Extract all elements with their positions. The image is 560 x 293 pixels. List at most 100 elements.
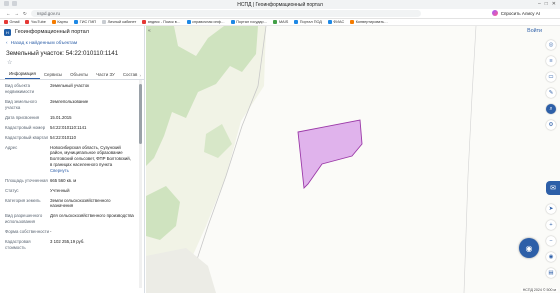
tab-information[interactable]: Информация	[5, 71, 40, 79]
back-arrow-icon[interactable]: ←	[6, 11, 11, 16]
back-to-results-link[interactable]: ‹ Назад к найденным объектам	[0, 38, 144, 48]
locate-icon[interactable]: ◉	[546, 252, 556, 262]
object-info-panel: Н Геоинформационный портал ‹ Назад к най…	[0, 26, 145, 293]
layers-icon[interactable]: ◎	[546, 40, 556, 50]
settings-icon[interactable]: ⚙	[546, 120, 556, 130]
attr-key: Вид объекта недвижимости	[5, 83, 34, 94]
window-controls: – □ ✕	[538, 1, 556, 7]
bookmark-pod[interactable]: Портал ПОД	[294, 20, 322, 24]
bookmark-gosportal[interactable]: Портал государ…	[230, 20, 268, 24]
bookmark-cabinet[interactable]: Личный кабинет	[102, 20, 136, 24]
search-icon[interactable]: ⌕	[546, 104, 556, 114]
chat-assistant-icon[interactable]: ✉	[546, 181, 560, 195]
bookmark-maps[interactable]: Карты	[51, 20, 69, 24]
object-title: Земельный участок: 54:22:010110:1141	[6, 50, 119, 57]
favorite-star-icon[interactable]: ☆	[0, 59, 144, 70]
measure-icon[interactable]: ✎	[546, 88, 556, 98]
tab-parts[interactable]: Части ЗУ	[92, 72, 119, 79]
attr-key: Дата присвоения	[5, 114, 40, 120]
minimize-icon[interactable]: –	[538, 1, 541, 7]
login-button[interactable]: Войти	[527, 28, 542, 34]
collapse-link[interactable]: Свернуть	[50, 168, 69, 173]
bookmark-gis-gmp[interactable]: ГИС ГМП	[74, 20, 96, 24]
bookmark-label: Личный кабинет	[107, 20, 137, 24]
bookmark-label: Портал ПОД	[299, 20, 322, 24]
reload-icon[interactable]: ↻	[23, 11, 27, 17]
attr-value: Земли сельскохозяйственного назначения	[50, 197, 111, 209]
url-text: nspd.gov.ru	[36, 11, 60, 16]
bookmark-youtube[interactable]: YouTube	[25, 20, 46, 24]
navigation-icon[interactable]: ➤	[546, 204, 556, 214]
assistant-button[interactable]: Спросить Алису AI	[501, 11, 540, 16]
bookmark-label: яндекс - Поиск в…	[147, 20, 181, 24]
bookmark-reference[interactable]: справочная инф…	[186, 20, 225, 24]
attr-row: Кадастровый номер 54:22:010110:1141	[5, 125, 144, 131]
attr-value: Для сельскохозяйственного производства	[50, 213, 134, 219]
collapse-panel-icon[interactable]: «	[148, 28, 151, 34]
tab-composition[interactable]: Состав	[119, 72, 142, 79]
mais-icon	[273, 20, 278, 24]
support-fab-icon[interactable]: ◉	[519, 238, 539, 258]
bookmark-mais[interactable]: MAIS	[273, 20, 288, 24]
zoom-in-icon[interactable]: +	[546, 220, 556, 230]
attr-value: -	[50, 229, 52, 235]
url-field[interactable]: nspd.gov.ru	[30, 10, 421, 17]
attr-row: Адрес Новосибирская область, Сузунский ра…	[5, 145, 144, 174]
bookmark-yandex[interactable]: яндекс - Поиск в…	[142, 20, 181, 24]
reference-icon	[186, 20, 191, 24]
gmail-icon	[4, 20, 8, 24]
attr-row: Площадь уточненная 665 560 кв. м	[5, 178, 144, 184]
attr-key: Вид земельного участка	[5, 98, 37, 110]
alice-icon[interactable]	[491, 10, 498, 16]
attr-row: Вид объекта недвижимости Земельный участо…	[5, 83, 144, 95]
attributes-list: Вид объекта недвижимости Земельный участо…	[0, 80, 144, 288]
bookmark-fias[interactable]: ФИАС	[327, 20, 344, 24]
attr-value-group: Новосибирская область, Сузунский район, …	[50, 145, 134, 174]
map-view[interactable]: « Войти ◎ ≡ ▭ ✎ ⌕ ⚙ ✉ ➤ + − ◉ ▤ ◉ НСПД 2…	[146, 26, 560, 293]
scrollbar-thumb[interactable]	[139, 84, 142, 144]
bookmark-gmail[interactable]: Gmail	[4, 20, 19, 24]
panel-scrollbar[interactable]	[139, 80, 142, 288]
map-tools-bottom: ➤ + − ◉ ▤	[546, 204, 556, 278]
zoom-out-icon[interactable]: −	[546, 236, 556, 246]
map-type-icon[interactable]: ▤	[546, 268, 556, 278]
attr-row: Вид земельного участка Землепользование	[5, 99, 144, 111]
legend-icon[interactable]: ≡	[546, 56, 556, 66]
close-icon[interactable]: ✕	[552, 1, 556, 7]
attr-row: Дата присвоения 15.01.2015	[5, 115, 144, 121]
attr-key: Кадастровая стоимость	[5, 239, 31, 250]
tab-icon[interactable]	[12, 1, 17, 6]
tab-services[interactable]: Сервисы	[40, 72, 66, 79]
tab-objects[interactable]: Объекты	[66, 72, 92, 79]
tabs-scroll-right-icon[interactable]: ›	[140, 73, 141, 78]
attr-value: 3 102 255,19 руб.	[50, 239, 85, 245]
address-bar: ← → ↻ nspd.gov.ru Спросить Алису AI	[0, 9, 560, 19]
bookmark-label: MAIS	[278, 20, 289, 24]
attr-value: 54:22:010110	[50, 134, 76, 140]
print-icon[interactable]: ▭	[546, 72, 556, 82]
bookmark-label: YouTube	[30, 20, 46, 24]
forward-arrow-icon[interactable]: →	[15, 11, 20, 16]
attr-value: Новосибирская область, Сузунский район, …	[50, 144, 131, 167]
convert-icon	[350, 20, 355, 24]
attr-value: 665 560 кв. м	[50, 177, 77, 183]
attr-row: Статус Учтенный	[5, 188, 144, 194]
bookmark-label: Карты	[57, 20, 69, 24]
bookmark-convert[interactable]: Конвертировать…	[350, 20, 388, 24]
youtube-icon	[25, 20, 30, 24]
map-canvas[interactable]	[146, 26, 560, 293]
fias-icon	[327, 20, 332, 24]
panel-header: Н Геоинформационный портал	[0, 26, 144, 38]
assistant-area: Спросить Алису AI	[491, 10, 540, 16]
attr-row: Кадастровая стоимость 3 102 255,19 руб.	[5, 239, 144, 251]
attr-key: Статус	[5, 187, 19, 193]
menu-icon[interactable]	[4, 1, 9, 6]
bookmark-label: Портал государ…	[236, 20, 268, 24]
attr-value: Земельный участок	[50, 83, 90, 88]
attr-row: Кадастровый квартал 54:22:010110	[5, 135, 144, 141]
maximize-icon[interactable]: □	[545, 1, 548, 7]
window-titlebar: НСПД | Геоинформационный портал – □ ✕	[0, 0, 560, 9]
attr-key: Кадастровый квартал	[5, 134, 49, 140]
bookmark-label: ГИС ГМП	[79, 20, 97, 24]
attr-value: Землепользование	[50, 98, 89, 104]
